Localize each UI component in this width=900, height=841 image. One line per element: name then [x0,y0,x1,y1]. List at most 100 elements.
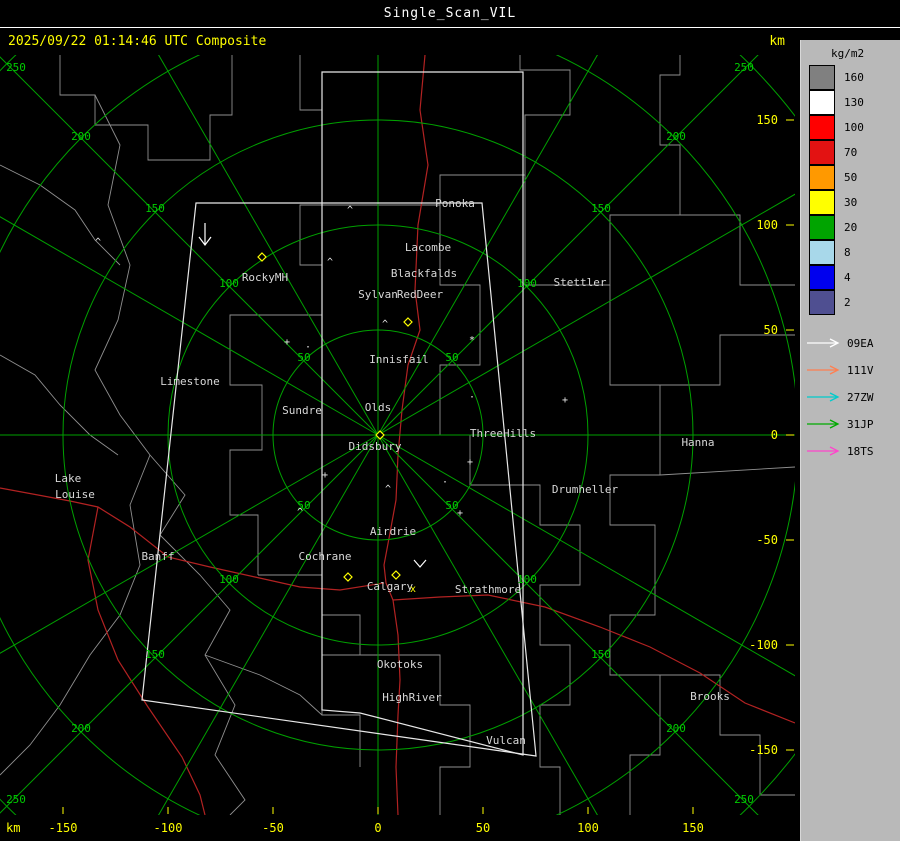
radar-map[interactable]: 50 100 150 200 250 50 100 150 200 250 50 100 150 200 2… [0,0,900,841]
right-axis-label: -50 [756,533,778,547]
right-axis-label: -150 [749,743,778,757]
range-label: 100 [219,277,239,290]
map-pluse-marker: + [467,457,473,468]
city-label-limestone: Limestone [160,375,220,388]
county-boundary-line [0,354,119,456]
bottom-axis: km -150 -100 -50 0 50 100 150 [0,815,795,841]
map-pluse-marker: + [562,395,568,406]
city-label-didsbury: Didsbury [349,440,402,453]
radar-id-label: 18TS [847,445,874,458]
radar-app-window: { "title": "Single_Scan_VIL", "header": … [0,0,900,841]
map-pluse-marker: + [457,508,463,519]
right-axis-label: 0 [771,428,778,442]
county-boundary-line [660,334,795,386]
city-label-louise: Louise [55,488,95,501]
radar-id-label: 31JP [847,418,874,431]
scale-row: 4 [809,265,900,290]
scale-value-label: 130 [844,96,864,109]
bottom-axis-label: -150 [48,821,78,835]
scale-value-label: 30 [844,196,858,209]
scale-color-swatch [809,115,835,140]
city-label-drumheller: Drumheller [552,483,619,496]
storm-cell-diamond-marker [391,570,401,580]
scale-color-swatch [809,65,835,90]
scale-color-swatch [809,140,835,165]
map-pluse-marker: + [284,337,290,348]
azimuth-spoke-210 [143,434,379,841]
map-crosse-marker: x [410,584,416,595]
radar-site-legend: 09EA 111V 27ZW 31JP 18TS [807,337,874,458]
right-axis-unit-label: km [769,34,785,49]
scale-color-swatch [809,215,835,240]
scale-color-swatch [809,90,835,115]
azimuth-spoke-150 [377,434,613,841]
bottom-axis-label: 0 [374,821,382,835]
range-label: 250 [734,793,754,806]
city-label-cochrane: Cochrane [299,550,352,563]
window-title: Single_Scan_VIL [383,6,517,21]
scale-value-label: 160 [844,71,864,84]
map-caret-marker: ^ [385,484,391,495]
city-label-sundre: Sundre [282,404,322,417]
county-boundary-line [322,55,571,206]
highway-line [0,487,385,591]
scale-color-swatch [809,265,835,290]
range-label: 250 [6,61,26,74]
city-label-banff: Banff [141,550,174,563]
city-label-threehills: ThreeHills [470,427,536,440]
range-label: 50 [445,351,458,364]
scale-row: 2 [809,290,900,315]
scale-color-swatch [809,290,835,315]
scale-row: 30 [809,190,900,215]
color-scale: 160 130 100 70 50 30 20 8 4 2 [801,65,900,315]
right-axis-label: -100 [749,638,778,652]
storm-cell-diamond-marker [403,317,413,327]
city-label-okotoks: Okotoks [377,658,423,671]
map-caret-marker: ^ [95,237,101,248]
bottom-axis-label: 100 [577,821,599,835]
county-boundary-line [659,466,796,476]
storm-vector-arrow [413,559,427,568]
scale-value-label: 50 [844,171,858,184]
city-label-brooks: Brooks [690,690,730,703]
bottom-axis-unit-label: km [6,821,21,835]
range-label: 100 [219,573,239,586]
city-label-strathmore: Strathmore [455,583,521,596]
map-dot-marker: · [442,477,448,488]
scale-row: 160 [809,65,900,90]
range-label: 200 [71,130,91,143]
range-label: 150 [145,648,165,661]
title-bar: Single_Scan_VIL [0,0,900,28]
bottom-axis-label: 50 [475,821,491,835]
map-pluse-marker: + [322,470,328,481]
azimuth-spoke-120 [377,434,898,736]
city-label-highriver: HighRiver [382,691,442,704]
county-boundary-line [299,55,323,315]
right-axis-label: 100 [756,218,778,232]
scale-row: 20 [809,215,900,240]
city-label-olds: Olds [365,401,392,414]
city-label-lake: Lake [55,472,82,485]
radar-map-canvas[interactable]: 5010015020025050100150200250501001502002… [0,0,900,841]
scale-value-label: 70 [844,146,858,159]
legend-panel: kg/m2 160 130 100 70 50 30 20 8 4 2 09EA 111V 27ZW 3… [800,40,900,841]
radar-id-label: 09EA [847,337,874,350]
map-dot-marker: · [469,392,475,403]
range-label: 100 [517,277,537,290]
right-axis-label: 50 [764,323,778,337]
city-label-blackfalds: Blackfalds [391,267,457,280]
scale-row: 70 [809,140,900,165]
map-caret-marker: ^ [347,205,353,216]
scale-row: 8 [809,240,900,265]
scale-value-label: 8 [844,246,851,259]
city-label-reddeer: RedDeer [397,288,444,301]
city-label-lacombe: Lacombe [405,241,451,254]
county-boundary-line [0,164,121,266]
timestamp-label: 2025/09/22 01:14:46 UTC Composite [8,34,267,49]
bottom-axis-label: -100 [153,821,183,835]
bottom-axis-label: 150 [682,821,704,835]
range-label: 200 [71,722,91,735]
scale-row: 50 [809,165,900,190]
city-label-vulcan: Vulcan [486,734,526,747]
radar-id-label: 111V [847,364,874,377]
